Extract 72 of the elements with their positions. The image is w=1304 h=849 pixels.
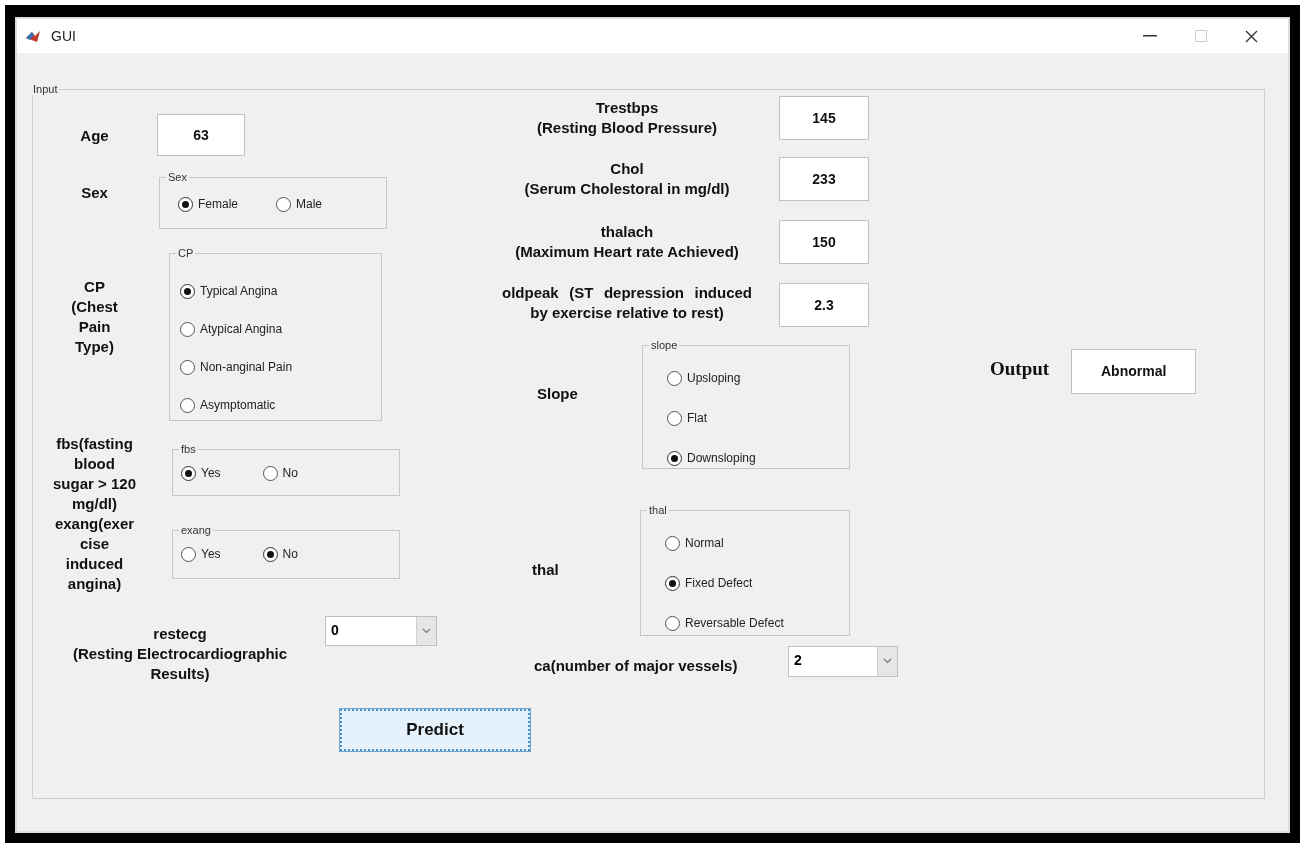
group-title: slope xyxy=(650,339,679,351)
group-title: fbs xyxy=(180,443,197,455)
chevron-down-icon xyxy=(883,658,892,664)
field-label: oldpeak (ST depression induced by exercise relative to rest) xyxy=(502,283,752,323)
radio-button[interactable] xyxy=(180,359,195,375)
chevron-down-icon xyxy=(422,628,431,634)
field-label: (Resting Blood Pressure) xyxy=(537,117,717,138)
field-label: fbs(fasting blood sugar > 120 mg/dl) xyxy=(52,434,137,514)
output-label: Output xyxy=(990,357,1050,381)
field-label: restecg xyxy=(153,624,207,644)
field-label: CP (Chest Pain Type) xyxy=(70,277,119,357)
text-field[interactable]: Abnormal xyxy=(1071,349,1197,394)
field-label: Age xyxy=(80,126,109,146)
radio-option[interactable]: Yes xyxy=(181,545,221,563)
radio-option[interactable]: Normal xyxy=(665,534,849,552)
radio-button[interactable] xyxy=(276,196,291,212)
app-icon xyxy=(25,29,41,43)
group-title: CP xyxy=(177,247,195,259)
group-title: Sex xyxy=(167,171,188,183)
field-label: Sex xyxy=(81,183,108,203)
radio-button[interactable] xyxy=(262,546,278,562)
radio-option[interactable]: No xyxy=(262,464,298,482)
radio-button[interactable] xyxy=(667,370,682,386)
radio-option[interactable]: Fixed Defect xyxy=(665,574,849,592)
radio-button[interactable] xyxy=(667,450,682,466)
radio-option[interactable]: Typical Angina xyxy=(180,282,381,300)
dropdown[interactable]: 2 xyxy=(788,645,898,677)
field-label: thal xyxy=(532,561,559,578)
panel-title: Input xyxy=(32,83,59,95)
radio-button[interactable] xyxy=(665,535,680,551)
field-label: exang(exercise induced angina) xyxy=(54,514,135,594)
radio-button[interactable] xyxy=(181,546,196,562)
minimize-icon[interactable] xyxy=(1143,35,1157,37)
radio-button[interactable] xyxy=(665,615,680,631)
field-label: Slope xyxy=(537,385,578,402)
radio-option[interactable]: No xyxy=(262,545,298,563)
field-label: Trestbps xyxy=(595,97,659,118)
text-field[interactable]: 2.3 xyxy=(779,283,869,327)
radio-option[interactable]: Female xyxy=(178,195,238,213)
field-label: thalach xyxy=(600,221,654,242)
radio-option[interactable]: Flat xyxy=(667,409,849,427)
radio-button[interactable] xyxy=(262,465,278,481)
text-field[interactable]: 233 xyxy=(779,157,869,201)
radio-option[interactable]: Yes xyxy=(181,464,221,482)
radio-option[interactable]: Male xyxy=(276,195,323,213)
field-label: (Serum Cholestoral in mg/dl) xyxy=(524,178,730,199)
radio-button[interactable] xyxy=(180,283,195,299)
dropdown[interactable]: 0 xyxy=(325,616,437,646)
radio-option[interactable]: Reversable Defect xyxy=(665,614,849,632)
field-label: ca(number of major vessels) xyxy=(534,657,738,674)
close-icon[interactable] xyxy=(1245,29,1258,43)
radio-button[interactable] xyxy=(178,196,193,212)
predict-button[interactable]: Predict xyxy=(340,709,530,751)
radio-option[interactable]: Non-anginal Pain xyxy=(180,358,381,376)
radio-button[interactable] xyxy=(665,575,680,591)
radio-option[interactable]: Asymptomatic xyxy=(180,396,381,414)
field-label: Chol xyxy=(610,158,644,179)
radio-button[interactable] xyxy=(181,465,196,481)
group-title: thal xyxy=(648,504,668,516)
field-label: (Resting Electrocardiographic Results) xyxy=(71,644,289,684)
group-title: exang xyxy=(180,524,212,536)
text-field[interactable]: 63 xyxy=(157,114,245,156)
radio-option[interactable]: Downsloping xyxy=(667,449,849,467)
text-field[interactable]: 150 xyxy=(779,220,869,264)
window-title: GUI xyxy=(51,26,76,46)
text-field[interactable]: 145 xyxy=(779,96,869,140)
radio-button[interactable] xyxy=(667,410,682,426)
radio-option[interactable]: Upsloping xyxy=(667,369,849,387)
radio-option[interactable]: Atypical Angina xyxy=(180,320,381,338)
field-label: (Maximum Heart rate Achieved) xyxy=(515,241,739,262)
radio-button[interactable] xyxy=(180,397,195,413)
radio-button[interactable] xyxy=(180,321,195,337)
